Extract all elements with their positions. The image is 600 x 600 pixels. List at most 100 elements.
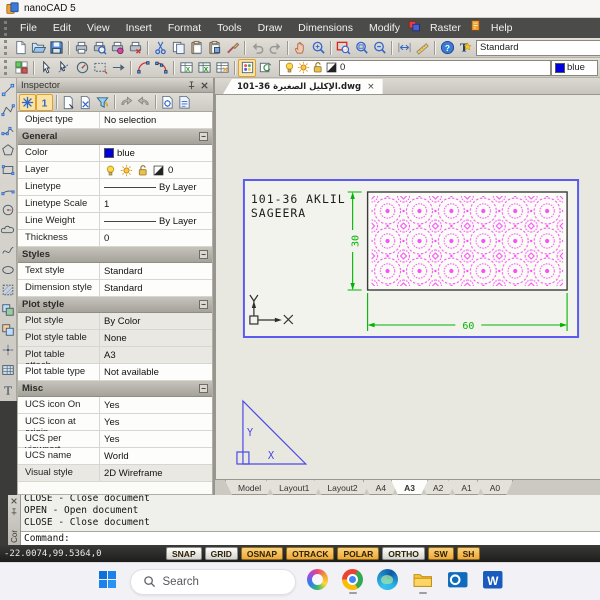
pline-tool-button[interactable] (0, 100, 16, 119)
fence-select-button[interactable] (55, 59, 73, 77)
property-value[interactable]: Not available (100, 364, 212, 380)
plot-publish-button[interactable] (108, 39, 126, 57)
page-zoom-button[interactable] (77, 94, 94, 111)
taskbar-edge-icon[interactable] (375, 567, 401, 597)
toggle-snap[interactable]: SNAP (166, 547, 202, 560)
region-tool-button[interactable] (0, 300, 16, 319)
property-value[interactable]: 0 (100, 162, 212, 178)
property-value[interactable]: 2D Wireframe (100, 465, 212, 481)
pin-icon[interactable] (10, 508, 18, 516)
pline2-tool-button[interactable] (0, 120, 16, 139)
text-tool-button[interactable]: T (0, 380, 16, 399)
filter-button[interactable] (94, 94, 111, 111)
table-tool-button[interactable] (0, 360, 16, 379)
taskbar-copilot-icon[interactable] (305, 567, 331, 597)
menu-item-file[interactable]: File (12, 18, 45, 38)
menu-item-modify[interactable]: Modify (361, 18, 408, 38)
collapse-button[interactable]: − (199, 300, 208, 309)
property-value[interactable]: A3 (100, 347, 212, 363)
command-input[interactable]: Command: (21, 531, 600, 545)
spline-tool-button[interactable] (0, 240, 16, 259)
copy-button[interactable] (169, 39, 187, 57)
menu-item-insert[interactable]: Insert (118, 18, 160, 38)
menu-badge-doc[interactable] (469, 18, 483, 32)
xtable3-button[interactable] (213, 59, 231, 77)
cut-button[interactable] (151, 39, 169, 57)
menu-item-draw[interactable]: Draw (250, 18, 291, 38)
pedit-button[interactable] (134, 59, 152, 77)
point-tool-button[interactable] (0, 340, 16, 359)
ellipse-tool-button[interactable] (0, 260, 16, 279)
redo-button[interactable] (266, 39, 284, 57)
layout-tab-layout2[interactable]: Layout2 (314, 480, 370, 495)
collapse-button[interactable]: − (199, 132, 208, 141)
toggle-sh[interactable]: SH (457, 547, 481, 560)
section-header-plot-style[interactable]: Plot style− (18, 297, 212, 313)
toggle-otrack[interactable]: OTRACK (286, 547, 334, 560)
xtable1-button[interactable]: X (177, 59, 195, 77)
compass-button[interactable] (73, 59, 91, 77)
arc-tool-button[interactable] (0, 180, 16, 199)
property-value[interactable]: 1 (100, 196, 212, 212)
color-combo[interactable]: blue (551, 60, 598, 76)
paste-props-button[interactable] (135, 94, 152, 111)
property-value[interactable]: By Color (100, 313, 212, 329)
toggle-ortho[interactable]: ORTHO (382, 547, 425, 560)
snap-settings-button[interactable] (12, 59, 30, 77)
plot-preview-button[interactable] (90, 39, 108, 57)
cursor-select-button[interactable] (37, 59, 55, 77)
property-value[interactable]: Standard (100, 280, 212, 296)
property-value[interactable]: World (100, 448, 212, 464)
plot-button[interactable] (72, 39, 90, 57)
zoom-realtime-button[interactable] (309, 39, 327, 57)
cloud-tool-button[interactable] (0, 220, 16, 239)
menu-item-dimensions[interactable]: Dimensions (290, 18, 361, 38)
document-tab[interactable]: 101-36 الإكليل الصغيرة.dwg × (223, 79, 383, 94)
menu-item-help[interactable]: Help (483, 18, 521, 38)
copy-props-button[interactable] (118, 94, 135, 111)
property-value[interactable]: By Layer (100, 213, 212, 229)
layers-props-button[interactable] (238, 59, 256, 77)
taskbar-search[interactable]: Search (130, 569, 296, 595)
help-button[interactable]: ? (438, 39, 456, 57)
one-button[interactable]: 1 (36, 94, 53, 111)
menu-item-raster[interactable]: Raster (422, 18, 469, 38)
start-button[interactable] (95, 567, 121, 597)
section-header-misc[interactable]: Misc− (18, 381, 212, 397)
measure-button[interactable] (413, 39, 431, 57)
format-painter-button[interactable] (223, 39, 241, 57)
open-button[interactable] (29, 39, 47, 57)
pan-button[interactable] (291, 39, 309, 57)
close-icon[interactable] (200, 81, 209, 90)
save-button[interactable] (47, 39, 65, 57)
layer-states-button[interactable] (256, 59, 274, 77)
zoom-dynamic-button[interactable] (352, 39, 370, 57)
menu-badge-red[interactable] (408, 18, 422, 32)
property-value[interactable]: By Layer (100, 179, 212, 195)
zoom-out-button[interactable] (370, 39, 388, 57)
text-style-combo[interactable]: Standard (476, 40, 600, 56)
tab-close-icon[interactable]: × (367, 82, 375, 92)
point-select-button[interactable] (109, 59, 127, 77)
layout-tab-a0[interactable]: A0 (477, 480, 513, 495)
property-value[interactable]: Yes (100, 414, 212, 430)
close-icon[interactable] (10, 497, 18, 505)
line-tool-button[interactable] (0, 80, 16, 99)
undo-button[interactable] (248, 39, 266, 57)
property-value[interactable]: None (100, 330, 212, 346)
polygon-tool-button[interactable] (0, 140, 16, 159)
section-header-general[interactable]: General− (18, 129, 212, 145)
collapse-button[interactable]: − (199, 250, 208, 259)
star-button[interactable] (19, 94, 36, 111)
rect-tool-button[interactable] (0, 160, 16, 179)
taskbar-word-icon[interactable]: W (480, 567, 506, 597)
property-value[interactable]: Standard (100, 263, 212, 279)
property-value[interactable]: 0 (100, 230, 212, 246)
menu-item-edit[interactable]: Edit (45, 18, 79, 38)
fit-button[interactable] (395, 39, 413, 57)
layer-combo[interactable]: 0 (279, 60, 551, 76)
quick1-button[interactable] (159, 94, 176, 111)
menu-item-view[interactable]: View (79, 18, 118, 38)
toggle-sw[interactable]: SW (428, 547, 454, 560)
text-style-button[interactable]: T (456, 39, 474, 57)
